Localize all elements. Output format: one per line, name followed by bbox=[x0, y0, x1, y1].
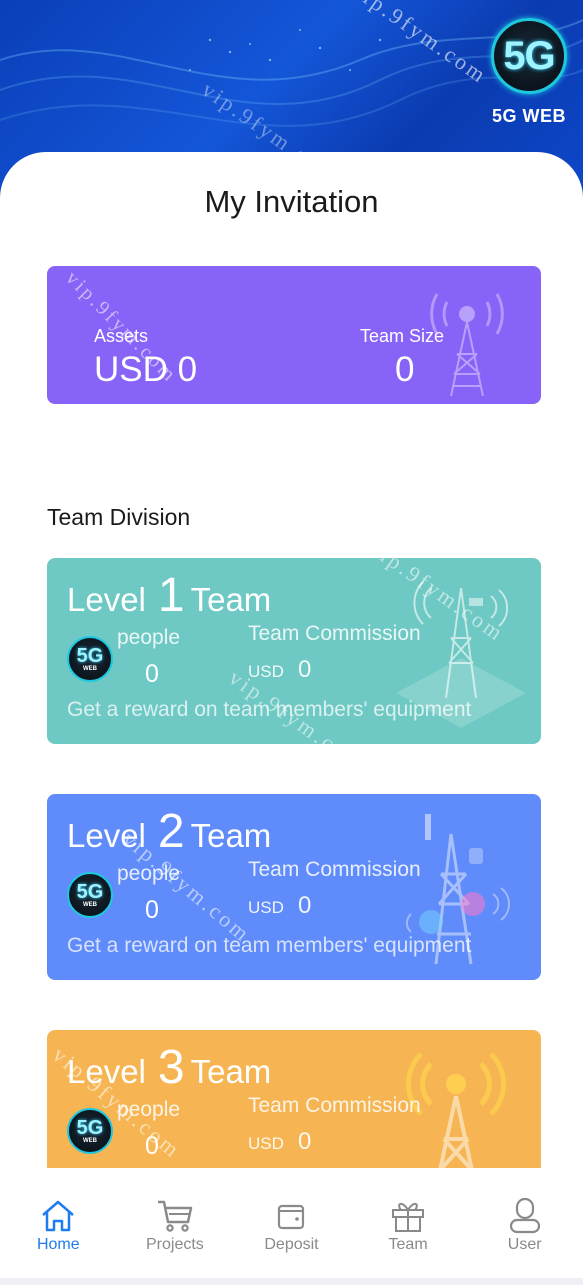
nav-label: Deposit bbox=[264, 1236, 319, 1253]
nav-home[interactable]: Home bbox=[0, 1168, 117, 1278]
brand-logo: 5G 5G WEB bbox=[487, 14, 571, 126]
nav-user[interactable]: User bbox=[466, 1168, 583, 1278]
level-description: Get a reward on team members' equipment bbox=[67, 698, 472, 721]
level-title: Level 1 Team bbox=[67, 568, 271, 623]
logo-badge: 5G bbox=[491, 18, 567, 94]
bottom-bar bbox=[0, 1278, 583, 1285]
nav-team[interactable]: Team bbox=[350, 1168, 467, 1278]
commission-currency: USD bbox=[248, 1134, 284, 1153]
nav-label: User bbox=[507, 1236, 542, 1253]
home-icon bbox=[42, 1200, 75, 1232]
level-card-1[interactable]: Level 1 Team 5G WEB people 0 Team Commissio… bbox=[47, 558, 541, 744]
level-title: Level 3 Team bbox=[67, 1040, 271, 1095]
people-value: 0 bbox=[145, 660, 159, 688]
level-number: 3 bbox=[157, 1041, 185, 1094]
people-label: people bbox=[117, 626, 181, 649]
nav-deposit[interactable]: Deposit bbox=[233, 1168, 350, 1278]
level-word: Level bbox=[67, 581, 146, 618]
avatar-sub: WEB bbox=[83, 901, 97, 908]
section-title: Team Division bbox=[47, 504, 191, 530]
team-size-value: 0 bbox=[395, 350, 415, 389]
commission-value: 0 bbox=[298, 892, 312, 919]
gift-icon bbox=[392, 1203, 425, 1232]
avatar-sub: WEB bbox=[83, 1137, 97, 1144]
people-value: 0 bbox=[145, 1132, 159, 1160]
avatar-sub: WEB bbox=[83, 665, 97, 672]
user-icon bbox=[509, 1197, 540, 1234]
commission-label: Team Commission bbox=[248, 858, 421, 881]
level-number: 1 bbox=[157, 569, 185, 622]
level-number: 2 bbox=[157, 805, 185, 858]
avatar-mark: 5G bbox=[76, 1116, 104, 1139]
team-size-label: Team Size bbox=[360, 326, 445, 346]
avatar-mark: 5G bbox=[76, 644, 104, 667]
commission-currency: USD bbox=[248, 898, 284, 917]
assets-value: USD 0 bbox=[94, 350, 198, 389]
wallet-icon bbox=[278, 1204, 305, 1230]
people-label: people bbox=[117, 862, 181, 885]
nav-label: Team bbox=[388, 1236, 428, 1253]
team-word: Team bbox=[190, 817, 272, 854]
commission-value: 0 bbox=[298, 656, 312, 683]
level-card-2[interactable]: Level 2 Team 5G WEB people 0 Team Commissio… bbox=[47, 794, 541, 980]
level-description: Get a reward on team members' equipment bbox=[67, 934, 472, 957]
nav-projects[interactable]: Projects bbox=[117, 1168, 234, 1278]
cart-icon bbox=[157, 1200, 193, 1232]
level-word: Level bbox=[67, 817, 146, 854]
people-label: people bbox=[117, 1098, 181, 1121]
nav-label: Home bbox=[36, 1236, 80, 1253]
avatar-mark: 5G bbox=[76, 880, 104, 903]
avatar: 5G WEB bbox=[67, 872, 113, 918]
logo-mark: 5G bbox=[503, 33, 555, 78]
nav-label: Projects bbox=[145, 1236, 204, 1253]
team-word: Team bbox=[190, 581, 272, 618]
avatar: 5G WEB bbox=[67, 1108, 113, 1154]
bottom-navigation: Home Projects Deposit Team User bbox=[0, 1168, 583, 1278]
assets-label: Assets bbox=[94, 326, 149, 346]
commission-currency: USD bbox=[248, 662, 284, 681]
commission-value: 0 bbox=[298, 1128, 312, 1155]
avatar: 5G WEB bbox=[67, 636, 113, 682]
people-value: 0 bbox=[145, 896, 159, 924]
level-word: Level bbox=[67, 1053, 146, 1090]
page-title: My Invitation bbox=[204, 184, 379, 219]
summary-card: Assets USD 0 Team Size 0 vip.9fym.com bbox=[47, 266, 541, 404]
team-word: Team bbox=[190, 1053, 272, 1090]
commission-label: Team Commission bbox=[248, 622, 421, 645]
logo-text: 5G WEB bbox=[491, 106, 566, 126]
level-title: Level 2 Team bbox=[67, 804, 271, 859]
commission-label: Team Commission bbox=[248, 1094, 421, 1117]
page: vip.9fym.com vip.9fym.com 5G 5G WEB My I… bbox=[0, 0, 583, 1285]
